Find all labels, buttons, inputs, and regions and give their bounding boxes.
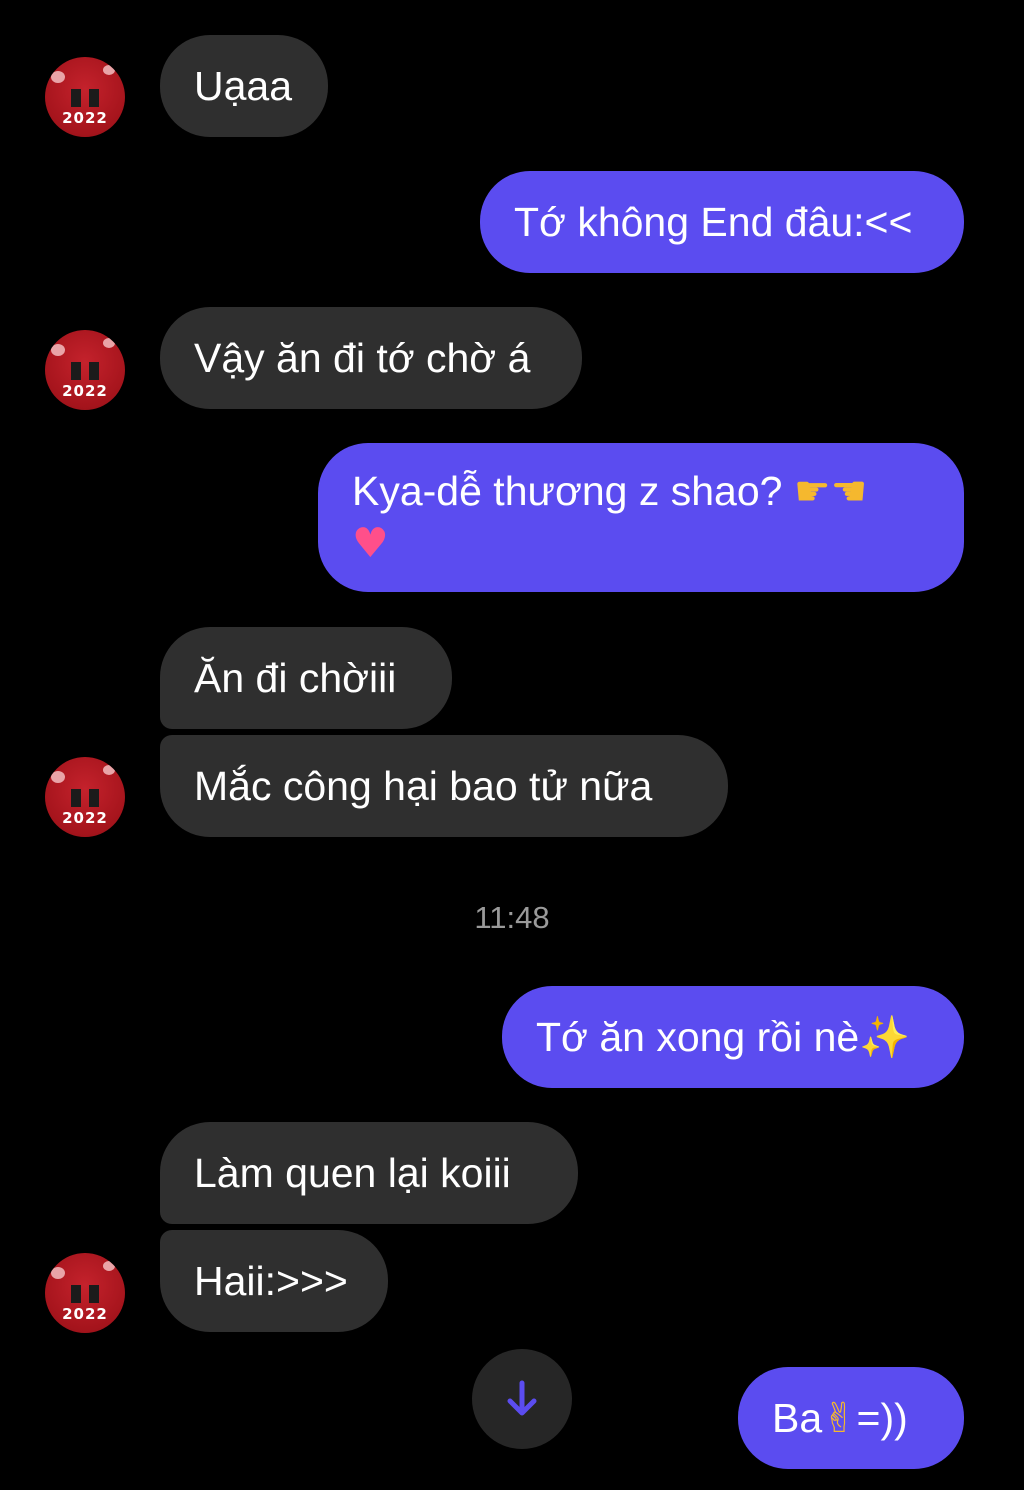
scroll-to-bottom-button[interactable] <box>472 1349 572 1449</box>
sparkling-heart-emoji: ♥ <box>352 519 389 567</box>
message-text-start: Ba <box>772 1395 823 1441</box>
message-outgoing[interactable]: Ba✌=)) <box>738 1367 964 1469</box>
contact-avatar[interactable]: 2022 <box>45 57 125 137</box>
message-incoming[interactable]: Haii:>>> <box>160 1230 388 1332</box>
message-text-end: =)) <box>856 1395 908 1441</box>
avatar-year-label: 2022 <box>62 382 108 400</box>
arrow-down-icon <box>507 1380 537 1416</box>
message-text: Làm quen lại koiii <box>194 1150 511 1196</box>
message-timestamp: 11:48 <box>474 900 550 935</box>
sparkles-emoji: ✨ <box>859 1013 911 1061</box>
message-text: Tớ ăn xong rồi nè <box>536 1014 860 1060</box>
message-incoming[interactable]: Làm quen lại koiii <box>160 1122 578 1224</box>
avatar-year-label: 2022 <box>62 1305 108 1323</box>
message-incoming[interactable]: Mắc công hại bao tử nữa <box>160 735 728 837</box>
message-text: Uạaa <box>194 63 293 109</box>
message-outgoing[interactable]: Kya-dễ thương z shao? ☛☚ ♥ <box>318 443 964 592</box>
message-text: Mắc công hại bao tử nữa <box>194 763 653 809</box>
message-incoming[interactable]: Uạaa <box>160 35 328 137</box>
love-you-gesture-emoji: ✌ <box>822 1394 857 1442</box>
pointing-right-emoji: ☛ <box>793 467 831 515</box>
message-text: Haii:>>> <box>194 1258 348 1304</box>
message-text: Vậy ăn đi tớ chờ á <box>194 335 531 381</box>
message-text: Kya-dễ thương z shao? <box>352 468 783 514</box>
contact-avatar[interactable]: 2022 <box>45 1253 125 1333</box>
message-text: Tớ không End đâu:<< <box>514 199 913 245</box>
contact-avatar[interactable]: 2022 <box>45 330 125 410</box>
contact-avatar[interactable]: 2022 <box>45 757 125 837</box>
message-incoming[interactable]: Ăn đi chờiii <box>160 627 452 729</box>
message-outgoing[interactable]: Tớ không End đâu:<< <box>480 171 964 273</box>
message-outgoing[interactable]: Tớ ăn xong rồi nè✨ <box>502 986 964 1088</box>
avatar-year-label: 2022 <box>62 109 108 127</box>
avatar-year-label: 2022 <box>62 809 108 827</box>
message-incoming[interactable]: Vậy ăn đi tớ chờ á <box>160 307 582 409</box>
message-text: Ăn đi chờiii <box>194 655 397 701</box>
pointing-left-emoji: ☚ <box>830 467 868 515</box>
